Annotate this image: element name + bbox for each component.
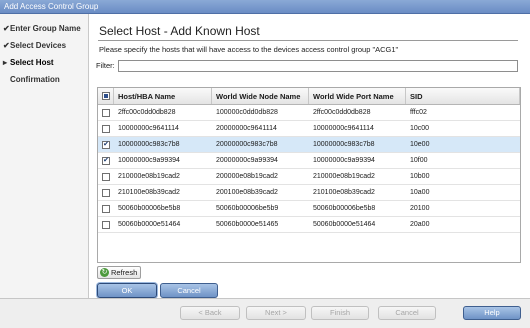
wizard-steps-sidebar: ✔Enter Group Name ✔Select Devices ▸ Selec… bbox=[0, 14, 89, 298]
cell-world-wide-node-name: 50060b00006be5b9 bbox=[216, 205, 279, 212]
column-header-world-wide-port-name[interactable]: World Wide Port Name bbox=[309, 88, 406, 104]
main-panel: Select Host - Add Known Host Please spec… bbox=[90, 14, 530, 298]
row-checkbox[interactable] bbox=[102, 205, 110, 213]
row-checkbox[interactable]: ✔ bbox=[102, 141, 110, 149]
row-checkbox-cell bbox=[98, 169, 114, 184]
step-select-host: ▸ Select Host bbox=[3, 57, 54, 69]
row-checkbox-cell bbox=[98, 217, 114, 232]
row-checkbox-cell bbox=[98, 185, 114, 200]
cell-world-wide-node-name: 200000e08b19cad2 bbox=[216, 173, 278, 180]
table-row[interactable]: ✔ 10000000c9a99394 20000000c9a99394 1000000… bbox=[98, 153, 520, 169]
instructions-text: Please specify the hosts that will have … bbox=[99, 45, 399, 54]
arrow-right-icon: ▸ bbox=[3, 58, 8, 67]
checkmark-icon: ✔ bbox=[103, 157, 109, 164]
finish-button[interactable]: Finish bbox=[311, 306, 369, 320]
column-header-sid[interactable]: SID bbox=[406, 88, 520, 104]
row-checkbox[interactable]: ✔ bbox=[102, 157, 110, 165]
wizard-cancel-button[interactable]: Cancel bbox=[378, 306, 436, 320]
step-label: Select Host bbox=[10, 58, 54, 67]
step-enter-group-name: ✔Enter Group Name bbox=[3, 23, 81, 35]
cell-host-hba-name: 10000000c9a99394 bbox=[118, 157, 180, 164]
row-checkbox[interactable] bbox=[102, 189, 110, 197]
checkmark-icon: ✔ bbox=[3, 24, 10, 33]
cell-world-wide-port-name: 10000000c9641114 bbox=[313, 125, 374, 132]
cell-sid: 10c00 bbox=[410, 125, 430, 132]
table-row[interactable]: 50060b00006be5b8 50060b00006be5b9 50060b00… bbox=[98, 201, 520, 217]
checkmark-icon: ✔ bbox=[3, 41, 10, 50]
hosts-table: Host/HBA Name World Wide Node Name World… bbox=[97, 87, 521, 263]
cell-sid: fffc02 bbox=[410, 109, 427, 116]
cell-world-wide-node-name: 100000c0dd0db828 bbox=[216, 109, 278, 116]
cell-world-wide-port-name: 10000000c983c7b8 bbox=[313, 141, 375, 148]
back-button[interactable]: < Back bbox=[180, 306, 240, 320]
cell-world-wide-port-name: 210000e08b19cad2 bbox=[313, 173, 375, 180]
refresh-label: Refresh bbox=[111, 268, 138, 277]
cell-sid: 20a00 bbox=[410, 221, 430, 228]
window-titlebar: Add Access Control Group bbox=[0, 0, 530, 14]
row-checkbox-cell bbox=[98, 105, 114, 120]
cell-sid: 10f00 bbox=[410, 157, 428, 164]
cell-world-wide-port-name: 50060b00006be5b8 bbox=[313, 205, 376, 212]
cell-host-hba-name: 50060b0000e51464 bbox=[118, 221, 181, 228]
step-select-devices: ✔Select Devices bbox=[3, 40, 66, 52]
row-checkbox[interactable] bbox=[102, 221, 110, 229]
select-all-checkbox[interactable] bbox=[102, 92, 110, 100]
cell-world-wide-node-name: 50060b0000e51465 bbox=[216, 221, 279, 228]
column-header-host-hba-name[interactable]: Host/HBA Name bbox=[114, 88, 212, 104]
filter-label: Filter: bbox=[96, 61, 115, 70]
window-title: Add Access Control Group bbox=[4, 2, 99, 11]
help-button[interactable]: Help bbox=[463, 306, 521, 320]
table-row[interactable]: 10000000c9641114 20000000c9641114 10000000… bbox=[98, 121, 520, 137]
table-header-row: Host/HBA Name World Wide Node Name World… bbox=[98, 88, 520, 105]
cell-sid: 20100 bbox=[410, 205, 430, 212]
next-button[interactable]: Next > bbox=[246, 306, 306, 320]
row-checkbox[interactable] bbox=[102, 125, 110, 133]
filter-input[interactable] bbox=[118, 60, 518, 72]
cell-world-wide-port-name: 50060b0000e51464 bbox=[313, 221, 376, 228]
cell-host-hba-name: 210100e08b39cad2 bbox=[118, 189, 180, 196]
refresh-icon: ↻ bbox=[100, 268, 109, 277]
step-confirmation: Confirmation bbox=[3, 74, 60, 86]
table-row[interactable]: ✔ 10000000c983c7b8 20000000c983c7b8 1000000… bbox=[98, 137, 520, 153]
step-label: Enter Group Name bbox=[10, 24, 81, 33]
row-checkbox[interactable] bbox=[102, 173, 110, 181]
row-checkbox-cell bbox=[98, 121, 114, 136]
table-row[interactable]: 210000e08b19cad2 200000e08b19cad2 210000e0… bbox=[98, 169, 520, 185]
table-row[interactable]: 50060b0000e51464 50060b0000e51465 50060b00… bbox=[98, 217, 520, 233]
row-checkbox-cell: ✔ bbox=[98, 137, 114, 152]
select-all-cell bbox=[98, 88, 114, 104]
cell-host-hba-name: 10000000c9641114 bbox=[118, 125, 179, 132]
partial-check-icon bbox=[104, 94, 108, 98]
table-row[interactable]: 210100e08b39cad2 200100e08b39cad2 210100e0… bbox=[98, 185, 520, 201]
table-row[interactable]: 2ffc00c0dd0db828 100000c0dd0db828 2ffc00c0… bbox=[98, 105, 520, 121]
page-title: Select Host - Add Known Host bbox=[99, 24, 260, 38]
cell-sid: 10e00 bbox=[410, 141, 430, 148]
cell-world-wide-node-name: 200100e08b39cad2 bbox=[216, 189, 278, 196]
row-checkbox-cell: ✔ bbox=[98, 153, 114, 168]
refresh-button[interactable]: ↻ Refresh bbox=[97, 266, 141, 279]
cell-world-wide-node-name: 20000000c9641114 bbox=[216, 125, 277, 132]
cell-host-hba-name: 50060b00006be5b8 bbox=[118, 205, 181, 212]
column-header-world-wide-node-name[interactable]: World Wide Node Name bbox=[212, 88, 309, 104]
cell-world-wide-port-name: 10000000c9a99394 bbox=[313, 157, 375, 164]
step-label: Select Devices bbox=[10, 41, 67, 50]
cell-host-hba-name: 210000e08b19cad2 bbox=[118, 173, 180, 180]
checkmark-icon: ✔ bbox=[103, 141, 109, 148]
cancel-button[interactable]: Cancel bbox=[160, 283, 218, 298]
cell-host-hba-name: 2ffc00c0dd0db828 bbox=[118, 109, 176, 116]
step-label: Confirmation bbox=[10, 75, 60, 84]
row-checkbox[interactable] bbox=[102, 109, 110, 117]
cell-sid: 10b00 bbox=[410, 173, 430, 180]
row-checkbox-cell bbox=[98, 201, 114, 216]
ok-button[interactable]: OK bbox=[97, 283, 157, 298]
wizard-footer: < Back Next > Finish Cancel Help bbox=[0, 298, 530, 328]
cell-sid: 10a00 bbox=[410, 189, 430, 196]
title-divider bbox=[98, 40, 518, 41]
cell-world-wide-node-name: 20000000c983c7b8 bbox=[216, 141, 278, 148]
cell-world-wide-node-name: 20000000c9a99394 bbox=[216, 157, 278, 164]
cell-world-wide-port-name: 2ffc00c0dd0db828 bbox=[313, 109, 371, 116]
cell-host-hba-name: 10000000c983c7b8 bbox=[118, 141, 180, 148]
cell-world-wide-port-name: 210100e08b39cad2 bbox=[313, 189, 375, 196]
